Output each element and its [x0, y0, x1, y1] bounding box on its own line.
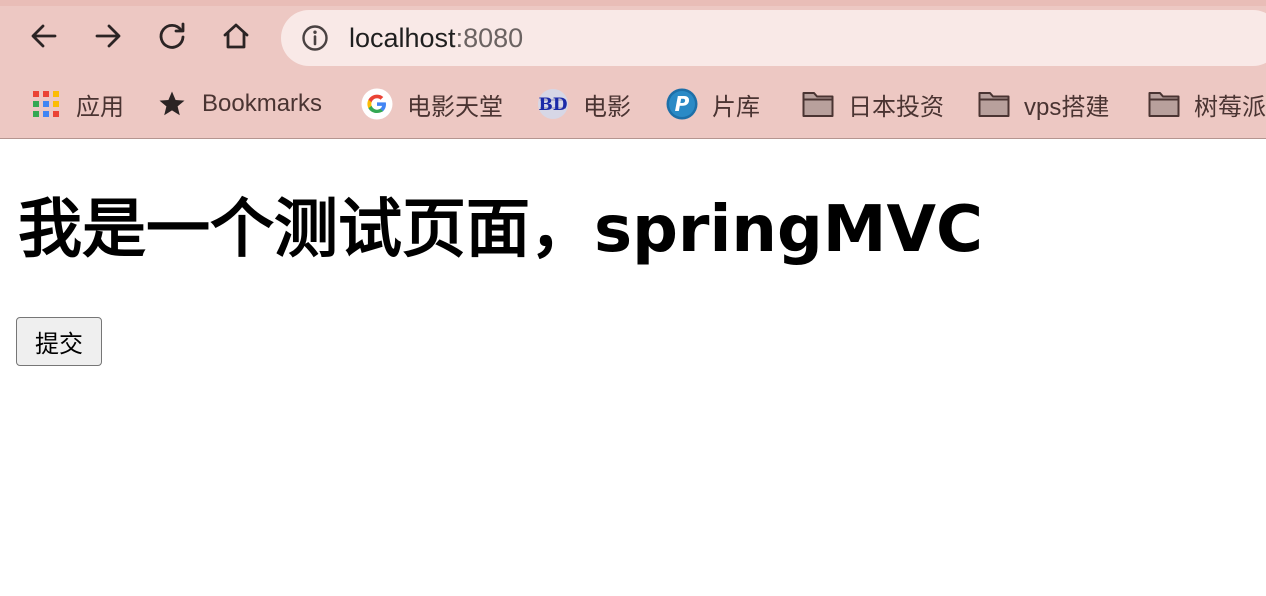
reload-button[interactable]	[154, 18, 190, 54]
p-icon: P	[666, 88, 698, 120]
back-button[interactable]	[26, 18, 62, 54]
url-host: localhost	[349, 23, 456, 53]
submit-button[interactable]: 提交	[16, 317, 102, 366]
browser-chrome: localhost:8080 应用 Bookmarks 电影天堂 BD 电影 P…	[0, 0, 1266, 139]
bookmark-label: 片库	[712, 93, 760, 121]
page-content: 我是一个测试页面，springMVC 提交	[0, 140, 1266, 596]
bookmark-folder-vps[interactable]: vps搭建	[978, 86, 1109, 122]
bookmark-piankku[interactable]: P 片库	[666, 86, 760, 122]
apps-grid-icon	[30, 88, 62, 120]
info-icon[interactable]	[301, 24, 329, 52]
folder-icon	[802, 88, 834, 120]
bookmark-movie-heaven[interactable]: 电影天堂	[361, 86, 503, 122]
google-icon	[361, 88, 393, 120]
bookmark-label: 日本投资	[848, 93, 944, 121]
arrow-left-icon	[31, 24, 57, 48]
address-bar[interactable]: localhost:8080	[281, 10, 1266, 66]
star-icon	[156, 88, 188, 120]
page-title: 我是一个测试页面，springMVC	[18, 193, 983, 267]
bookmark-apps[interactable]: 应用	[30, 86, 124, 122]
url-port: :8080	[455, 23, 524, 53]
bookmarks-bar: 应用 Bookmarks 电影天堂 BD 电影 P 片库 日本投资 vps搭建 …	[0, 72, 1266, 138]
reload-icon	[159, 22, 185, 49]
folder-icon	[1148, 88, 1180, 120]
bookmark-label: 电影	[583, 93, 631, 121]
bookmark-movie[interactable]: BD 电影	[537, 86, 631, 122]
bookmark-label: Bookmarks	[202, 90, 323, 117]
bookmark-label: 应用	[76, 93, 124, 121]
arrow-right-icon	[95, 24, 121, 48]
bd-icon: BD	[537, 88, 569, 120]
bookmark-folder-raspberry-pi[interactable]: 树莓派	[1148, 86, 1266, 122]
bookmark-label: 电影天堂	[407, 93, 503, 121]
folder-icon	[978, 88, 1010, 120]
svg-text:P: P	[675, 92, 690, 116]
svg-text:BD: BD	[538, 95, 567, 115]
bookmark-folder-japan-investment[interactable]: 日本投资	[802, 86, 944, 122]
url-text[interactable]: localhost:8080	[349, 10, 523, 66]
home-icon	[223, 23, 249, 49]
bookmark-bookmarks[interactable]: Bookmarks	[156, 86, 322, 122]
forward-button[interactable]	[90, 18, 126, 54]
browser-toolbar: localhost:8080	[0, 6, 1266, 72]
bookmark-label: vps搭建	[1024, 93, 1110, 121]
bookmark-label: 树莓派	[1194, 93, 1266, 121]
home-button[interactable]	[218, 18, 254, 54]
